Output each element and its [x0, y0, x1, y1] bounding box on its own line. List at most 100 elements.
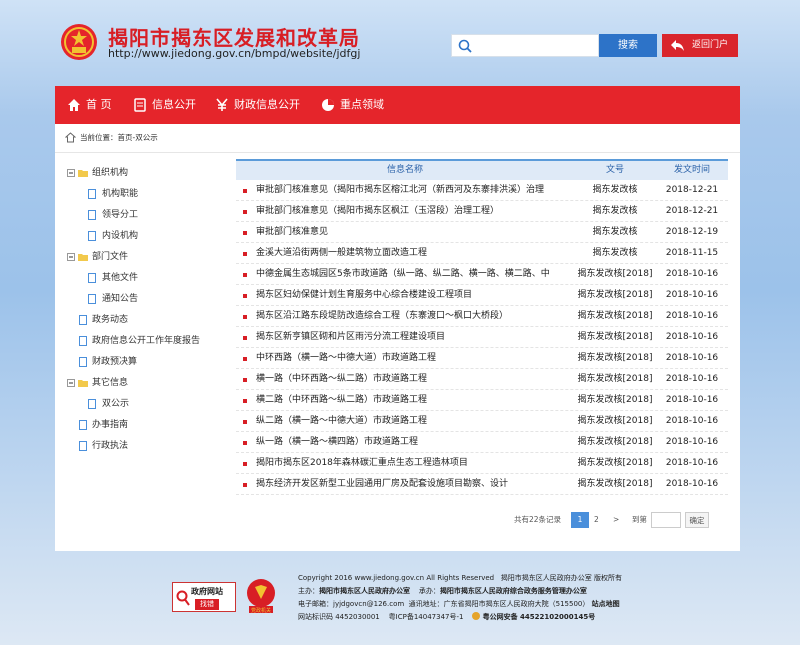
row-title-link[interactable]: 中德金属生态城园区5条市政道路（纵一路、纵二路、横一路、横二路、中	[256, 264, 576, 285]
footer: 政府网站 找错 党政机关 Copyright 2016 www.jiedong.…	[0, 570, 800, 645]
bullet-icon	[243, 336, 247, 340]
row-title-link[interactable]: 纵二路（横一路～中德大道）市政道路工程	[256, 411, 576, 432]
home-icon	[65, 132, 76, 143]
row-title-link[interactable]: 揭东区新亨镇区砌和片区雨污分流工程建设项目	[256, 327, 576, 348]
file-icon	[88, 273, 96, 283]
row-date: 2018-10-16	[665, 311, 719, 321]
file-icon	[88, 210, 96, 220]
row-doc-number: 揭东发改核[2018]	[577, 269, 653, 279]
money-icon	[216, 98, 228, 111]
goto-confirm-button[interactable]: 确定	[685, 512, 709, 528]
host-name: 揭阳市揭东区人民政府办公室	[319, 587, 410, 595]
table-row[interactable]: 中环西路（横一路～中德大道）市政道路工程 揭东发改核[2018] 2018-10-1…	[236, 348, 728, 369]
nav-home[interactable]: 首 页	[67, 86, 127, 124]
next-page-button[interactable]: >	[613, 512, 619, 528]
row-doc-number: 揭东发改核[2018]	[577, 311, 653, 321]
bullet-icon	[243, 483, 247, 487]
site-id: 网站标识码 4452030001	[298, 613, 380, 621]
gov-site-error-report-badge[interactable]: 政府网站 找错	[172, 582, 236, 612]
nav-info-disclosure[interactable]: 信息公开	[133, 86, 209, 124]
row-title-link[interactable]: 中环西路（横一路～中德大道）市政道路工程	[256, 348, 576, 369]
tree-label: 机构职能	[102, 189, 139, 199]
collapse-toggle-icon	[67, 253, 75, 261]
file-icon	[79, 420, 87, 430]
row-date: 2018-12-21	[665, 206, 719, 216]
table-row[interactable]: 横一路（中环西路～纵二路）市政道路工程 揭东发改核[2018] 2018-10-16	[236, 369, 728, 390]
copyright-text: Copyright 2016 www.jiedong.gov.cn All Ri…	[298, 574, 495, 582]
file-icon	[79, 315, 87, 325]
table-row[interactable]: 纵一路（横一路～横四路）市政道路工程 揭东发改核[2018] 2018-10-16	[236, 432, 728, 453]
icp-link[interactable]: 粤ICP备14047347号-1	[389, 613, 464, 621]
search-button[interactable]: 搜索	[599, 34, 657, 57]
undertake-name: 揭阳市揭东区人民政府综合政务服务管理办公室	[439, 587, 587, 595]
bullet-icon	[243, 252, 247, 256]
file-icon	[88, 189, 96, 199]
party-gov-agency-badge[interactable]: 党政机关	[245, 578, 277, 614]
row-title-link[interactable]: 横二路（中环西路～纵二路）市政道路工程	[256, 390, 576, 411]
row-title-link[interactable]: 纵一路（横一路～横四路）市政道路工程	[256, 432, 576, 453]
row-doc-number: 揭东发改核[2018]	[577, 332, 653, 342]
national-emblem-icon	[61, 24, 97, 60]
file-icon	[88, 231, 96, 241]
table-row[interactable]: 揭阳市揭东区2018年森林碳汇重点生态工程造林项目 揭东发改核[2018] 2018…	[236, 453, 728, 474]
bullet-icon	[243, 231, 247, 235]
search-input[interactable]	[451, 34, 599, 57]
row-date: 2018-10-16	[665, 458, 719, 468]
document-icon	[134, 98, 146, 112]
row-title-link[interactable]: 审批部门核准意见	[256, 222, 576, 243]
row-title-link[interactable]: 横一路（中环西路～纵二路）市政道路工程	[256, 369, 576, 390]
table-row[interactable]: 横二路（中环西路～纵二路）市政道路工程 揭东发改核[2018] 2018-10-16	[236, 390, 728, 411]
goto-page-input[interactable]	[651, 512, 681, 528]
table-row[interactable]: 揭东区新亨镇区砌和片区雨污分流工程建设项目 揭东发改核[2018] 2018-10-…	[236, 327, 728, 348]
main-panel: 当前位置：首页-双公示 组织机构 机构职能 领导分工 内设机构 部门文件 其他文	[55, 124, 740, 551]
bullet-icon	[243, 399, 247, 403]
row-title-link[interactable]: 审批部门核准意见（揭阳市揭东区枫江（玉滘段）治理工程）	[256, 201, 576, 222]
file-icon	[88, 294, 96, 304]
table-row[interactable]: 纵二路（横一路～中德大道）市政道路工程 揭东发改核[2018] 2018-10-16	[236, 411, 728, 432]
row-doc-number: 揭东发改核[2018]	[577, 395, 653, 405]
row-date: 2018-10-16	[665, 479, 719, 489]
table-row[interactable]: 审批部门核准意见（揭阳市揭东区枫江（玉滘段）治理工程） 揭东发改核 2018-12-…	[236, 201, 728, 222]
nav-finance-label: 财政信息公开	[234, 98, 300, 111]
table-row[interactable]: 中德金属生态城园区5条市政道路（纵一路、纵二路、横一路、横二路、中 揭东发改核[2…	[236, 264, 728, 285]
collapse-toggle-icon	[67, 379, 75, 387]
table-row[interactable]: 审批部门核准意见 揭东发改核 2018-12-19	[236, 222, 728, 243]
table-row[interactable]: 揭东区妇幼保健计划生育服务中心综合楼建设工程项目 揭东发改核[2018] 2018-…	[236, 285, 728, 306]
return-portal-button[interactable]: 返回门户	[662, 34, 738, 57]
row-date: 2018-10-16	[665, 395, 719, 405]
pie-chart-icon	[322, 99, 334, 111]
tree-label: 内设机构	[102, 231, 139, 241]
file-icon	[79, 357, 87, 367]
bullet-icon	[243, 294, 247, 298]
file-icon	[79, 336, 87, 346]
bullet-icon	[243, 420, 247, 424]
tree-label: 通知公告	[102, 294, 139, 304]
table-row[interactable]: 揭东经济开发区新型工业园通用厂房及配套设施项目勘察、设计 揭东发改核[2018] 2…	[236, 474, 728, 495]
row-title-link[interactable]: 揭东区妇幼保健计划生育服务中心综合楼建设工程项目	[256, 285, 576, 306]
tree-label: 政务动态	[92, 315, 129, 325]
police-record[interactable]: 粤公网安备 44522102000145号	[483, 613, 596, 621]
tree-label: 领导分工	[102, 210, 139, 220]
bullet-icon	[243, 189, 247, 193]
contact-line: 电子邮箱：jyjdgovcn@126.com 通讯地址：广东省揭阳市揭东区人民政…	[298, 599, 620, 609]
page-2-button[interactable]: 2	[594, 512, 599, 528]
row-title-link[interactable]: 揭阳市揭东区2018年森林碳汇重点生态工程造林项目	[256, 453, 576, 474]
bullet-icon	[243, 378, 247, 382]
host-label: 主办：	[298, 587, 319, 595]
page-1-button[interactable]: 1	[571, 512, 589, 528]
row-title-link[interactable]: 金溪大道沿街两侧一般建筑物立面改造工程	[256, 243, 576, 264]
row-title-link[interactable]: 揭东区沿江路东段堤防改造综合工程（东寨渡口～枫口大桥段）	[256, 306, 576, 327]
table-row[interactable]: 审批部门核准意见（揭阳市揭东区榕江北河（新西河及东寨排洪溪）治理 揭东发改核 201…	[236, 180, 728, 201]
bullet-icon	[243, 273, 247, 277]
folder-icon	[78, 380, 88, 387]
breadcrumb-text: 当前位置：首页-双公示	[80, 133, 158, 142]
nav-key-areas[interactable]: 重点领域	[321, 86, 401, 124]
file-icon	[79, 441, 87, 451]
nav-finance-info[interactable]: 财政信息公开	[215, 86, 315, 124]
row-title-link[interactable]: 揭东经济开发区新型工业园通用厂房及配套设施项目勘察、设计	[256, 474, 576, 495]
table-row[interactable]: 揭东区沿江路东段堤防改造综合工程（东寨渡口～枫口大桥段） 揭东发改核[2018] 2…	[236, 306, 728, 327]
table-row[interactable]: 金溪大道沿街两侧一般建筑物立面改造工程 揭东发改核 2018-11-15	[236, 243, 728, 264]
sitemap-link[interactable]: 站点地图	[592, 600, 620, 608]
row-title-link[interactable]: 审批部门核准意见（揭阳市揭东区榕江北河（新西河及东寨排洪溪）治理	[256, 180, 576, 201]
row-date: 2018-12-21	[665, 185, 719, 195]
